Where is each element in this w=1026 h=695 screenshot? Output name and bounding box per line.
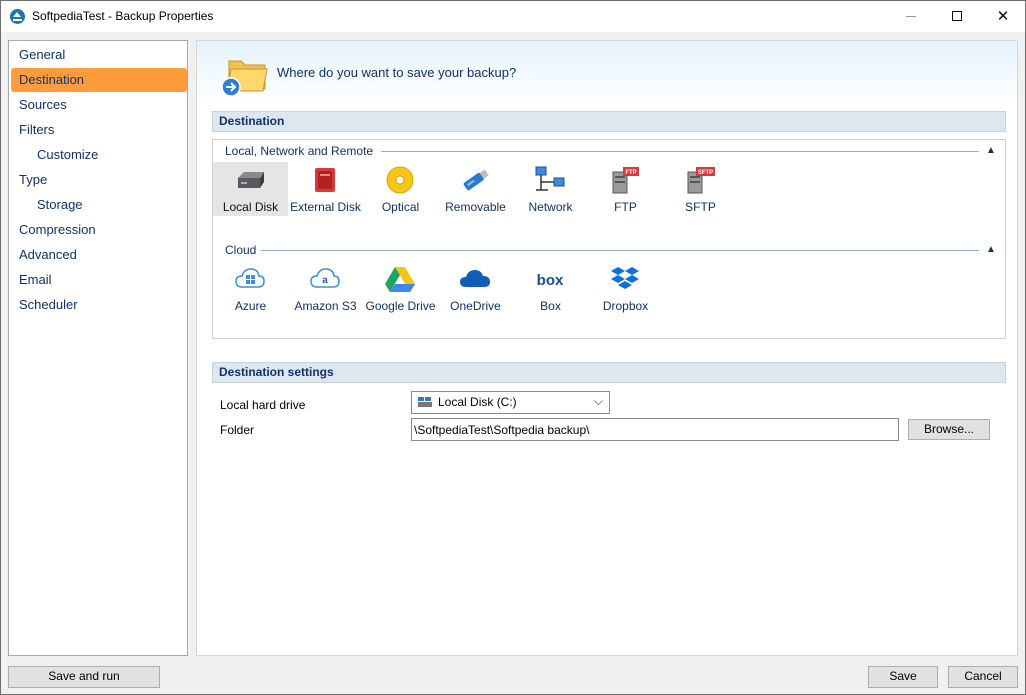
backup-properties-window: SoftpediaTest - Backup Properties ✕ Gene… [0, 0, 1026, 695]
destination-section-header: Destination [212, 111, 1006, 132]
folder-label: Folder [220, 423, 255, 437]
maximize-icon [952, 11, 962, 21]
group-divider [261, 250, 979, 251]
main-panel: Where do you want to save your backup? D… [196, 40, 1018, 656]
dest-label: Azure [234, 299, 267, 313]
save-button[interactable]: Save [868, 666, 938, 688]
close-icon: ✕ [996, 8, 1010, 25]
sidebar-item-filters[interactable]: Filters [11, 118, 187, 142]
box-logo-text: box [537, 272, 564, 289]
maximize-button[interactable] [934, 1, 980, 32]
azure-cloud-icon [235, 268, 265, 288]
save-and-run-button[interactable]: Save and run [8, 666, 160, 688]
dest-label: Optical [381, 200, 420, 214]
sftp-server-icon: SFTP [687, 167, 715, 194]
sidebar-item-type[interactable]: Type [11, 168, 187, 192]
folder-backup-icon [221, 60, 268, 97]
dest-removable[interactable]: Removable [438, 162, 513, 216]
chevron-down-icon: ⌵ [593, 394, 603, 408]
page-question: Where do you want to save your backup? [277, 65, 517, 80]
close-button[interactable]: ✕ [980, 1, 1026, 32]
app-icon [10, 9, 25, 24]
group-local-network-remote: Local, Network and Remote [225, 144, 374, 158]
dest-box[interactable]: box Box [513, 261, 588, 315]
dest-local-disk[interactable]: Local Disk [213, 162, 288, 216]
sidebar-item-storage[interactable]: Storage [11, 193, 187, 217]
onedrive-icon [460, 270, 490, 287]
dest-azure[interactable]: Azure [213, 261, 288, 315]
sidebar-item-customize[interactable]: Customize [11, 143, 187, 167]
svg-text:a: a [322, 275, 328, 286]
local-disk-icon [238, 172, 264, 188]
dest-amazon-s3[interactable]: a Amazon S3 [288, 261, 363, 315]
dest-external-disk[interactable]: External Disk [288, 162, 363, 216]
dest-dropbox[interactable]: Dropbox [588, 261, 663, 315]
amazon-s3-cloud-icon: a [310, 268, 340, 288]
cancel-button[interactable]: Cancel [948, 666, 1018, 688]
local-hard-drive-value: Local Disk (C:) [438, 395, 517, 409]
dest-label: OneDrive [450, 299, 501, 313]
sidebar-item-general[interactable]: General [11, 43, 187, 67]
collapse-local-icon[interactable]: ▲ [986, 146, 996, 156]
destination-panel: Local, Network and Remote ▲ Local Disk E… [212, 139, 1006, 339]
title-bar: SoftpediaTest - Backup Properties ✕ [1, 1, 1025, 32]
sidebar-item-scheduler[interactable]: Scheduler [11, 293, 187, 317]
sftp-badge-text: SFTP [698, 170, 713, 176]
dest-network[interactable]: Network [513, 162, 588, 216]
local-hard-drive-select[interactable]: Local Disk (C:) ⌵ [411, 391, 610, 414]
ftp-badge-text: FTP [625, 170, 636, 176]
dropbox-icon [611, 267, 639, 289]
browse-button[interactable]: Browse... [908, 419, 990, 440]
dest-optical[interactable]: Optical [363, 162, 438, 216]
dest-label: Dropbox [602, 299, 649, 313]
group-cloud: Cloud [225, 243, 257, 257]
external-disk-icon [315, 168, 335, 192]
usb-drive-icon [463, 169, 489, 191]
optical-disc-icon [386, 166, 414, 194]
collapse-cloud-icon[interactable]: ▲ [986, 245, 996, 255]
folder-input[interactable] [411, 418, 899, 441]
dest-label: External Disk [290, 200, 361, 214]
network-icon [535, 166, 565, 191]
dest-onedrive[interactable]: OneDrive [438, 261, 513, 315]
sidebar-item-advanced[interactable]: Advanced [11, 243, 187, 267]
destination-settings-header: Destination settings [212, 362, 1006, 383]
dest-sftp[interactable]: SFTP SFTP [663, 162, 738, 216]
dest-label: SFTP [685, 200, 716, 214]
page-header: Where do you want to save your backup? [197, 41, 1017, 103]
ftp-server-icon: FTP [612, 167, 639, 194]
dest-ftp[interactable]: FTP FTP [588, 162, 663, 216]
sidebar-item-email[interactable]: Email [11, 268, 187, 292]
dest-label: Google Drive [365, 299, 436, 313]
window-title: SoftpediaTest - Backup Properties [32, 9, 214, 23]
box-logo-icon: box [537, 272, 564, 289]
sidebar-item-compression[interactable]: Compression [11, 218, 187, 242]
minimize-button[interactable] [888, 1, 934, 32]
dest-google-drive[interactable]: Google Drive [363, 261, 438, 315]
group-divider [381, 151, 979, 152]
dest-label: Local Disk [222, 200, 279, 214]
dest-label: Removable [445, 200, 506, 214]
dest-label: Box [540, 299, 561, 313]
dest-label: Amazon S3 [294, 299, 357, 313]
sidebar-item-sources[interactable]: Sources [11, 93, 187, 117]
sidebar: General Destination Sources Filters Cust… [8, 40, 188, 656]
local-hard-drive-label: Local hard drive [220, 398, 306, 412]
google-drive-icon [385, 267, 415, 292]
dest-label: FTP [614, 200, 637, 214]
drive-icon [418, 397, 432, 407]
minimize-icon [906, 16, 916, 17]
sidebar-item-destination[interactable]: Destination [11, 68, 187, 92]
dest-label: Network [528, 200, 573, 214]
